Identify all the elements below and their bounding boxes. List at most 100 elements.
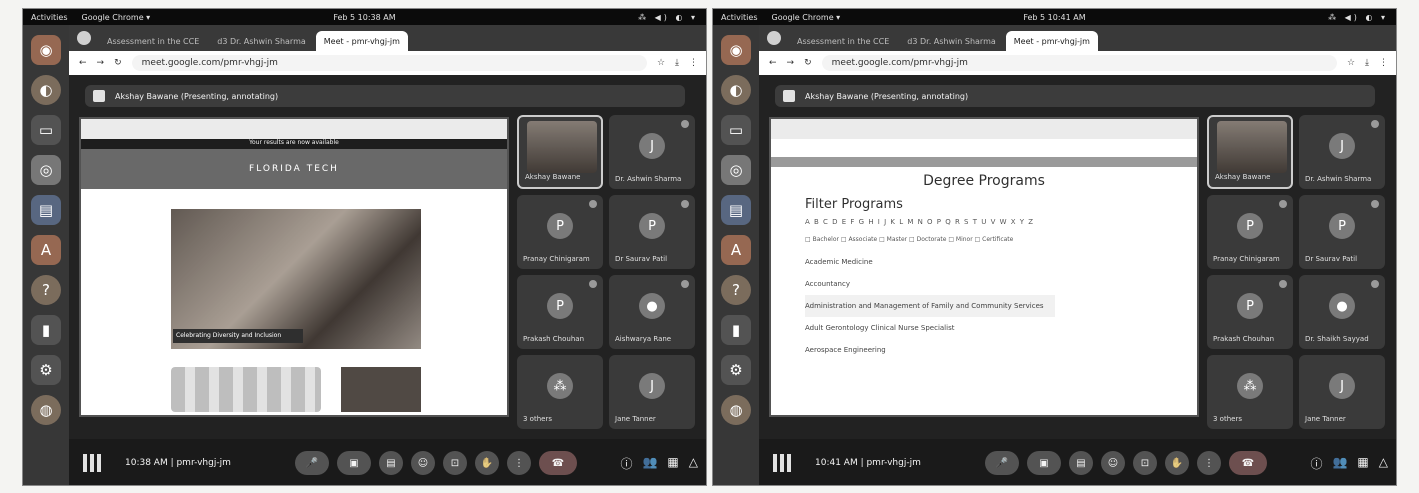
software-icon[interactable]: A bbox=[721, 235, 751, 265]
mic-button[interactable]: 🎤 bbox=[295, 451, 329, 475]
activities-icon[interactable]: △ bbox=[689, 455, 698, 472]
back-icon[interactable]: ← bbox=[769, 58, 777, 68]
participant-tile[interactable]: P Pranay Chinigaram bbox=[1207, 195, 1293, 269]
tab-search-icon[interactable] bbox=[77, 31, 91, 45]
settings-icon[interactable]: ⚙ bbox=[721, 355, 751, 385]
participant-tile[interactable]: J Jane Tanner bbox=[1299, 355, 1385, 429]
rhythmbox-icon[interactable]: ◎ bbox=[31, 155, 61, 185]
end-call-button[interactable]: ☎ bbox=[539, 451, 577, 475]
download-icon[interactable]: ⤓ bbox=[1365, 58, 1369, 68]
firefox-icon[interactable]: ◉ bbox=[31, 35, 61, 65]
menu-icon[interactable]: ⋮ bbox=[689, 58, 698, 68]
bookmark-star-icon[interactable]: ☆ bbox=[1347, 58, 1355, 68]
software-icon[interactable]: A bbox=[31, 235, 61, 265]
apps-grid-icon[interactable] bbox=[83, 454, 101, 472]
camera-button[interactable]: ▣ bbox=[1027, 451, 1061, 475]
tab-assessment[interactable]: Assessment in the CCE bbox=[99, 31, 207, 51]
activities-button[interactable]: Activities bbox=[721, 13, 758, 22]
tab-search-icon[interactable] bbox=[767, 31, 781, 45]
people-icon[interactable]: 👥 bbox=[642, 455, 657, 472]
tab-meet[interactable]: Meet - pmr-vhgj-jm bbox=[315, 31, 408, 51]
alphabet-filter[interactable]: A B C D E F G H I J K L M N O P Q R S T … bbox=[805, 218, 1197, 226]
ubuntu-icon[interactable]: ◐ bbox=[721, 75, 751, 105]
files-icon[interactable]: ▭ bbox=[31, 115, 61, 145]
settings-icon[interactable]: ⚙ bbox=[31, 355, 61, 385]
forward-icon[interactable]: → bbox=[787, 58, 795, 68]
participant-tile[interactable]: Akshay Bawane bbox=[517, 115, 603, 189]
participant-tile[interactable]: P Prakash Chouhan bbox=[1207, 275, 1293, 349]
activities-icon[interactable]: △ bbox=[1379, 455, 1388, 472]
back-icon[interactable]: ← bbox=[79, 58, 87, 68]
tab-sharma[interactable]: d3 Dr. Ashwin Sharma bbox=[209, 31, 314, 51]
mic-button[interactable]: 🎤 bbox=[985, 451, 1019, 475]
participant-tile[interactable]: P Dr Saurav Patil bbox=[1299, 195, 1385, 269]
program-item[interactable]: Administration and Management of Family … bbox=[805, 295, 1055, 317]
participant-tile[interactable]: Akshay Bawane bbox=[1207, 115, 1293, 189]
emoji-button[interactable]: ☺ bbox=[411, 451, 435, 475]
chrome-icon[interactable]: ◍ bbox=[721, 395, 751, 425]
participant-tile[interactable]: ● Dr. Shaikh Sayyad bbox=[1299, 275, 1385, 349]
chat-icon[interactable]: ▦ bbox=[667, 455, 678, 472]
activities-button[interactable]: Activities bbox=[31, 13, 68, 22]
participant-tile[interactable]: J Dr. Ashwin Sharma bbox=[1299, 115, 1385, 189]
people-icon[interactable]: 👥 bbox=[1332, 455, 1347, 472]
camera-button[interactable]: ▣ bbox=[337, 451, 371, 475]
degree-type-filter[interactable]: □ Bachelor □ Associate □ Master □ Doctor… bbox=[805, 236, 1197, 243]
chrome-icon[interactable]: ◍ bbox=[31, 395, 61, 425]
present-button[interactable]: ⊡ bbox=[1133, 451, 1157, 475]
program-item[interactable]: Academic Medicine bbox=[805, 251, 1197, 273]
files-icon[interactable]: ▭ bbox=[721, 115, 751, 145]
firefox-icon[interactable]: ◉ bbox=[721, 35, 751, 65]
chat-icon[interactable]: ▦ bbox=[1357, 455, 1368, 472]
participant-tile[interactable]: ● Aishwarya Rane bbox=[609, 275, 695, 349]
participant-tile[interactable]: J Dr. Ashwin Sharma bbox=[609, 115, 695, 189]
reload-icon[interactable]: ↻ bbox=[804, 58, 812, 68]
info-icon[interactable]: ⓘ bbox=[620, 455, 632, 472]
captions-button[interactable]: ▤ bbox=[379, 451, 403, 475]
participant-name: Jane Tanner bbox=[615, 415, 656, 423]
participant-tile[interactable]: ⁂ 3 others bbox=[1207, 355, 1293, 429]
raise-hand-button[interactable]: ✋ bbox=[1165, 451, 1189, 475]
ubuntu-icon[interactable]: ◐ bbox=[31, 75, 61, 105]
clock[interactable]: Feb 5 10:38 AM bbox=[333, 13, 395, 22]
app-menu[interactable]: Google Chrome ▾ bbox=[82, 13, 151, 22]
help-icon[interactable]: ? bbox=[31, 275, 61, 305]
help-icon[interactable]: ? bbox=[721, 275, 751, 305]
terminal-icon[interactable]: ▮ bbox=[721, 315, 751, 345]
clock[interactable]: Feb 5 10:41 AM bbox=[1023, 13, 1085, 22]
system-tray[interactable]: ⁂ ◀) ◐ ▾ bbox=[1328, 13, 1388, 22]
present-button[interactable]: ⊡ bbox=[443, 451, 467, 475]
tab-assessment[interactable]: Assessment in the CCE bbox=[789, 31, 897, 51]
system-tray[interactable]: ⁂ ◀) ◐ ▾ bbox=[638, 13, 698, 22]
participant-tile[interactable]: P Pranay Chinigaram bbox=[517, 195, 603, 269]
participant-tile[interactable]: J Jane Tanner bbox=[609, 355, 695, 429]
download-icon[interactable]: ⤓ bbox=[675, 58, 679, 68]
program-item[interactable]: Accountancy bbox=[805, 273, 1197, 295]
menu-icon[interactable]: ⋮ bbox=[1379, 58, 1388, 68]
raise-hand-button[interactable]: ✋ bbox=[475, 451, 499, 475]
url-field[interactable]: meet.google.com/pmr-vhgj-jm bbox=[131, 55, 647, 71]
participant-tile[interactable]: ⁂ 3 others bbox=[517, 355, 603, 429]
apps-grid-icon[interactable] bbox=[773, 454, 791, 472]
more-options-button[interactable]: ⋮ bbox=[507, 451, 531, 475]
tab-sharma[interactable]: d3 Dr. Ashwin Sharma bbox=[899, 31, 1004, 51]
program-item[interactable]: Aerospace Engineering bbox=[805, 339, 1197, 361]
rhythmbox-icon[interactable]: ◎ bbox=[721, 155, 751, 185]
writer-icon[interactable]: ▤ bbox=[721, 195, 751, 225]
reload-icon[interactable]: ↻ bbox=[114, 58, 122, 68]
writer-icon[interactable]: ▤ bbox=[31, 195, 61, 225]
captions-button[interactable]: ▤ bbox=[1069, 451, 1093, 475]
end-call-button[interactable]: ☎ bbox=[1229, 451, 1267, 475]
info-icon[interactable]: ⓘ bbox=[1310, 455, 1322, 472]
url-field[interactable]: meet.google.com/pmr-vhgj-jm bbox=[821, 55, 1337, 71]
terminal-icon[interactable]: ▮ bbox=[31, 315, 61, 345]
tab-meet[interactable]: Meet - pmr-vhgj-jm bbox=[1005, 31, 1098, 51]
bookmark-star-icon[interactable]: ☆ bbox=[657, 58, 665, 68]
forward-icon[interactable]: → bbox=[97, 58, 105, 68]
participant-tile[interactable]: P Prakash Chouhan bbox=[517, 275, 603, 349]
more-options-button[interactable]: ⋮ bbox=[1197, 451, 1221, 475]
app-menu[interactable]: Google Chrome ▾ bbox=[772, 13, 841, 22]
emoji-button[interactable]: ☺ bbox=[1101, 451, 1125, 475]
program-item[interactable]: Adult Gerontology Clinical Nurse Special… bbox=[805, 317, 1197, 339]
participant-tile[interactable]: P Dr Saurav Patil bbox=[609, 195, 695, 269]
